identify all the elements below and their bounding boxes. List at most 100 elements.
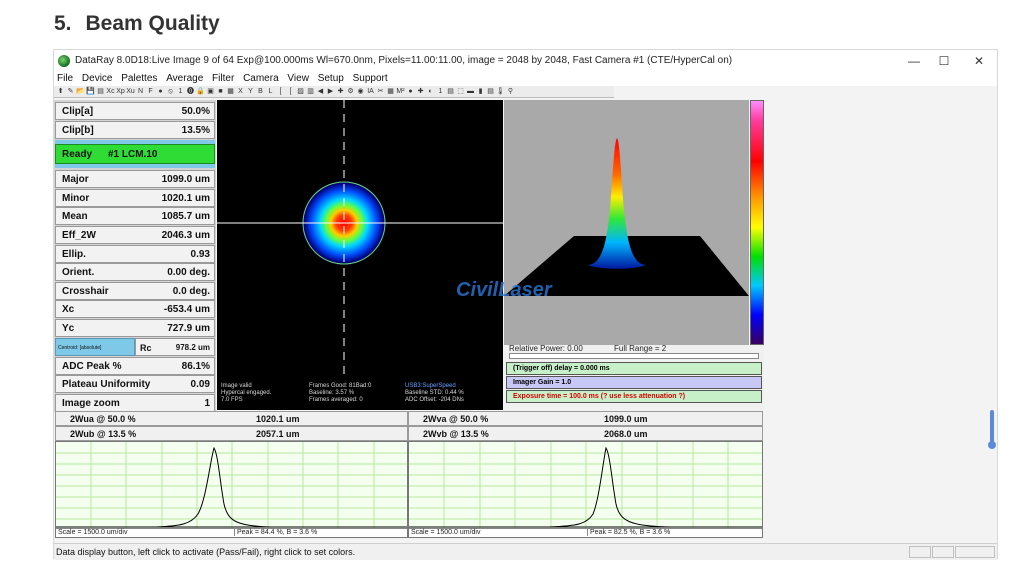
- menu-file[interactable]: File: [57, 72, 73, 86]
- back-icon[interactable]: ◀: [316, 87, 325, 96]
- print-icon[interactable]: ▤: [96, 87, 105, 96]
- rc-label: Rc: [140, 343, 152, 353]
- measure-row-minor[interactable]: Minor 1020.1 um: [55, 189, 215, 207]
- b-icon[interactable]: B: [256, 87, 265, 96]
- arrow-up-icon[interactable]: ⬆: [56, 87, 65, 96]
- xc-icon[interactable]: Xc: [106, 87, 115, 96]
- xp-icon[interactable]: Xp: [116, 87, 125, 96]
- palette-colorbar[interactable]: [750, 100, 764, 345]
- menu-camera[interactable]: Camera: [243, 72, 279, 86]
- measure-row-major[interactable]: Major 1099.0 um: [55, 170, 215, 188]
- profile-v[interactable]: Scale = 1500.0 um/div Peak = 82.5 %, B = …: [408, 441, 763, 538]
- tools-icon[interactable]: ⚙: [346, 87, 355, 96]
- measure-row-ellip[interactable]: Ellip. 0.93: [55, 245, 215, 263]
- beam-2d-view[interactable]: Image valid Hypercal engaged. 7.0 FPS Fr…: [217, 100, 503, 410]
- relative-power: Relative Power: 0.00: [509, 344, 583, 353]
- y-icon[interactable]: Y: [246, 87, 255, 96]
- rc-readout[interactable]: Rc 978.2 um: [135, 338, 215, 356]
- measure-row-xc[interactable]: Xc -653.4 um: [55, 300, 215, 318]
- image-icon[interactable]: ▨: [296, 87, 305, 96]
- width-row-wua[interactable]: 2Wua @ 50.0 % 1020.1 um: [55, 411, 408, 426]
- menu-average[interactable]: Average: [166, 72, 203, 86]
- m2-icon[interactable]: M²: [396, 87, 405, 96]
- width-row-wub[interactable]: 2Wub @ 13.5 % 2057.1 um: [55, 426, 408, 441]
- plateau-row[interactable]: Plateau Uniformity 0.09: [55, 375, 215, 393]
- one2-icon[interactable]: 1: [436, 87, 445, 96]
- clip-a-row[interactable]: Clip[a] 50.0%: [55, 102, 215, 120]
- beam-3d-view[interactable]: [504, 100, 749, 345]
- stack-icon[interactable]: ▤: [486, 87, 495, 96]
- info-icon[interactable]: ⓿: [186, 87, 195, 96]
- imager-gain-control[interactable]: Imager Gain = 1.0: [506, 376, 762, 389]
- x-icon[interactable]: X: [236, 87, 245, 96]
- centroid-mode-button[interactable]: Centroid: [absolute]: [55, 338, 135, 356]
- thermo-icon[interactable]: 🌡: [496, 87, 505, 96]
- measure-label: Mean: [62, 211, 88, 222]
- measure-row-mean[interactable]: Mean 1085.7 um: [55, 207, 215, 225]
- plus-icon[interactable]: ✚: [336, 87, 345, 96]
- bracket-icon[interactable]: [: [276, 87, 285, 96]
- forward-icon[interactable]: ▶: [326, 87, 335, 96]
- ready-status[interactable]: Ready #1 LCM.10: [55, 144, 215, 164]
- chart-icon[interactable]: ▥: [306, 87, 315, 96]
- menu-palettes[interactable]: Palettes: [121, 72, 157, 86]
- target-icon[interactable]: ✚: [416, 87, 425, 96]
- clip-a-value: 50.0%: [181, 106, 210, 117]
- menu-setup[interactable]: Setup: [318, 72, 344, 86]
- maximize-button[interactable]: ☐: [929, 52, 959, 70]
- meter-icon[interactable]: ▤: [446, 87, 455, 96]
- xu-icon[interactable]: Xu: [126, 87, 135, 96]
- ia-icon[interactable]: IA: [366, 87, 375, 96]
- beam-icon[interactable]: ◐: [426, 87, 435, 96]
- cut-icon[interactable]: ✂: [376, 87, 385, 96]
- pencil-icon[interactable]: ✎: [66, 87, 75, 96]
- menu-support[interactable]: Support: [353, 72, 388, 86]
- width-row-wva[interactable]: 2Wva @ 50.0 % 1099.0 um: [408, 411, 763, 426]
- clip-b-row[interactable]: Clip[b] 13.5%: [55, 121, 215, 139]
- section-title: Beam Quality: [85, 12, 220, 35]
- close-button[interactable]: ✕: [964, 52, 994, 70]
- profile-u[interactable]: Scale = 1500.0 um/div Peak = 84.4 %, B = …: [55, 441, 408, 538]
- bracket2-icon[interactable]: [: [286, 87, 295, 96]
- grid-icon[interactable]: ▦: [226, 87, 235, 96]
- image-zoom-row[interactable]: Image zoom 1: [55, 394, 215, 412]
- measure-row-yc[interactable]: Yc 727.9 um: [55, 319, 215, 337]
- image-stats-3: USB3:SuperSpeed Baseline STD: 0.44 % ADC…: [405, 383, 464, 404]
- stop-icon[interactable]: ⦸: [166, 87, 175, 96]
- palette-icon[interactable]: ▬: [466, 87, 475, 96]
- grid2-icon[interactable]: ▦: [386, 87, 395, 96]
- circle-icon[interactable]: ◉: [356, 87, 365, 96]
- camera-icon[interactable]: ▣: [206, 87, 215, 96]
- trigger-delay-control[interactable]: (Trigger off) delay = 0.000 ms: [506, 362, 762, 375]
- pin-icon[interactable]: ⚲: [506, 87, 515, 96]
- measure-row-eff2w[interactable]: Eff_2W 2046.3 um: [55, 226, 215, 244]
- zoom-value: 1: [204, 398, 210, 409]
- bars-icon[interactable]: ▮: [476, 87, 485, 96]
- menu-view[interactable]: View: [287, 72, 309, 86]
- save-icon[interactable]: 💾: [86, 87, 95, 96]
- record-icon[interactable]: ●: [156, 87, 165, 96]
- green-square-icon[interactable]: ■: [216, 87, 225, 96]
- thermometer-slider-icon[interactable]: [988, 410, 996, 450]
- l-icon[interactable]: L: [266, 87, 275, 96]
- f-icon[interactable]: F: [146, 87, 155, 96]
- open-icon[interactable]: 📂: [76, 87, 85, 96]
- status-pane: [955, 546, 995, 558]
- measure-row-orient[interactable]: Orient. 0.00 deg.: [55, 263, 215, 281]
- measure-row-crosshair[interactable]: Crosshair 0.0 deg.: [55, 282, 215, 300]
- select-icon[interactable]: ⬚: [456, 87, 465, 96]
- window-title: DataRay 8.0D18:Live Image 9 of 64 Exp@10…: [75, 55, 733, 66]
- lock-icon[interactable]: 🔒: [196, 87, 205, 96]
- one-icon[interactable]: 1: [176, 87, 185, 96]
- menu-device[interactable]: Device: [82, 72, 113, 86]
- measure-value: 1099.0 um: [161, 174, 210, 185]
- power-slider[interactable]: [509, 353, 759, 359]
- minimize-button[interactable]: —: [899, 52, 929, 70]
- n-icon[interactable]: N: [136, 87, 145, 96]
- red-icon[interactable]: ●: [406, 87, 415, 96]
- exposure-time-control[interactable]: Exposure time = 100.0 ms (? use less att…: [506, 390, 762, 403]
- adc-peak-row[interactable]: ADC Peak % 86.1%: [55, 357, 215, 375]
- watermark-logo: CivilLaser: [456, 279, 552, 301]
- width-row-wvb[interactable]: 2Wvb @ 13.5 % 2068.0 um: [408, 426, 763, 441]
- menu-filter[interactable]: Filter: [212, 72, 234, 86]
